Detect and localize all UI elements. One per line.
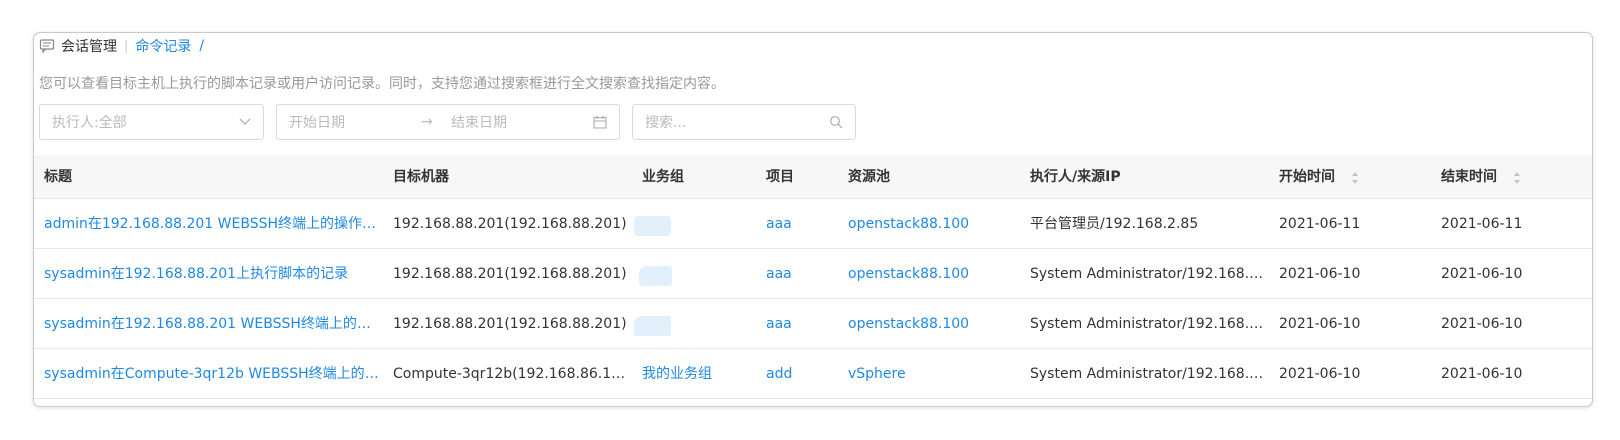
row-project-link[interactable]: aaa bbox=[766, 249, 836, 299]
row-project-link[interactable]: aaa bbox=[766, 299, 836, 349]
search-placeholder: 搜索... bbox=[645, 115, 687, 131]
row-title-link[interactable]: sysadmin在Compute-3qr12b WEBSSH终端上的操… bbox=[44, 349, 384, 399]
chat-bubble-icon bbox=[39, 38, 57, 54]
header-pool: 资源池 bbox=[848, 169, 890, 185]
sort-end-time-icon[interactable] bbox=[1512, 169, 1522, 187]
row-executor: System Administrator/192.168.2.186 bbox=[1030, 366, 1270, 382]
row-title-link[interactable]: sysadmin在192.168.88.201上执行脚本的记录 bbox=[44, 249, 379, 299]
row-title-link[interactable]: admin在192.168.88.201 WEBSSH终端上的操作记录 bbox=[44, 199, 379, 249]
filter-bar: 执行人:全部 开始日期 → 结束日期 搜索... bbox=[39, 104, 856, 140]
chevron-down-icon bbox=[239, 118, 251, 126]
table-row: sysadmin在Compute-3qr12b WEBSSH终端上的操… Com… bbox=[34, 349, 1592, 399]
row-executor: System Administrator/192.168.2.186 bbox=[1030, 266, 1270, 282]
calendar-icon bbox=[593, 115, 607, 129]
table-row: sysadmin在192.168.88.201 WEBSSH终端上的操作… 19… bbox=[34, 299, 1592, 349]
header-executor: 执行人/来源IP bbox=[1030, 169, 1121, 185]
executor-select-value: 执行人:全部 bbox=[52, 115, 127, 131]
redacted-group bbox=[634, 316, 671, 336]
header-project: 项目 bbox=[766, 169, 794, 185]
breadcrumb-command-records[interactable]: 命令记录 bbox=[135, 36, 191, 56]
row-end-time: 2021-06-11 bbox=[1441, 216, 1523, 232]
row-target: 192.168.88.201(192.168.88.201) bbox=[393, 316, 627, 332]
row-target: 192.168.88.201(192.168.88.201) bbox=[393, 266, 627, 282]
row-start-time: 2021-06-10 bbox=[1279, 366, 1361, 382]
row-end-time: 2021-06-10 bbox=[1441, 366, 1523, 382]
header-group: 业务组 bbox=[642, 169, 684, 185]
start-date-input[interactable]: 开始日期 bbox=[289, 112, 421, 132]
row-project-link[interactable]: aaa bbox=[766, 199, 836, 249]
row-executor: 平台管理员/192.168.2.85 bbox=[1030, 216, 1199, 232]
header-end-time[interactable]: 结束时间 bbox=[1441, 155, 1497, 199]
table-row: admin在192.168.88.201 WEBSSH终端上的操作记录 192.… bbox=[34, 199, 1592, 249]
command-records-panel: 会话管理 | 命令记录 / 您可以查看目标主机上执行的脚本记录或用户访问记录。同… bbox=[33, 32, 1593, 407]
row-target: 192.168.88.201(192.168.88.201) bbox=[393, 216, 627, 232]
redacted-group bbox=[634, 216, 671, 236]
row-pool-link[interactable]: openstack88.100 bbox=[848, 249, 1018, 299]
table-header: 标题 目标机器 业务组 项目 资源池 执行人/来源IP 开始时间 结束时间 bbox=[34, 155, 1592, 199]
row-end-time: 2021-06-10 bbox=[1441, 316, 1523, 332]
range-arrow: → bbox=[421, 114, 433, 130]
header-target: 目标机器 bbox=[393, 169, 449, 185]
table-row: sysadmin在192.168.88.201上执行脚本的记录 192.168.… bbox=[34, 249, 1592, 299]
search-input[interactable]: 搜索... bbox=[632, 104, 856, 140]
row-target: Compute-3qr12b(192.168.86.118) bbox=[393, 366, 633, 382]
end-date-input[interactable]: 结束日期 bbox=[451, 112, 593, 132]
breadcrumb-divider: | bbox=[124, 38, 129, 54]
row-group-link[interactable]: 我的业务组 bbox=[642, 349, 757, 399]
row-executor: System Administrator/192.168.2.186 bbox=[1030, 316, 1270, 332]
header-start-time[interactable]: 开始时间 bbox=[1279, 155, 1335, 199]
sort-start-time-icon[interactable] bbox=[1350, 169, 1360, 187]
breadcrumb: 会话管理 | 命令记录 / bbox=[39, 36, 204, 56]
breadcrumb-slash: / bbox=[199, 38, 205, 54]
row-title-link[interactable]: sysadmin在192.168.88.201 WEBSSH终端上的操作… bbox=[44, 299, 384, 349]
executor-select[interactable]: 执行人:全部 bbox=[39, 104, 264, 140]
row-pool-link[interactable]: openstack88.100 bbox=[848, 299, 1018, 349]
search-icon[interactable] bbox=[829, 115, 843, 129]
row-start-time: 2021-06-10 bbox=[1279, 316, 1361, 332]
header-title: 标题 bbox=[44, 169, 72, 185]
row-start-time: 2021-06-11 bbox=[1279, 216, 1361, 232]
redacted-group bbox=[639, 266, 672, 286]
page-description: 您可以查看目标主机上执行的脚本记录或用户访问记录。同时，支持您通过搜索框进行全文… bbox=[39, 76, 725, 92]
date-range-picker[interactable]: 开始日期 → 结束日期 bbox=[276, 104, 620, 140]
breadcrumb-session-management[interactable]: 会话管理 bbox=[61, 36, 117, 56]
row-end-time: 2021-06-10 bbox=[1441, 266, 1523, 282]
row-project-link[interactable]: add bbox=[766, 349, 836, 399]
row-pool-link[interactable]: vSphere bbox=[848, 349, 1018, 399]
row-pool-link[interactable]: openstack88.100 bbox=[848, 199, 1018, 249]
row-start-time: 2021-06-10 bbox=[1279, 266, 1361, 282]
